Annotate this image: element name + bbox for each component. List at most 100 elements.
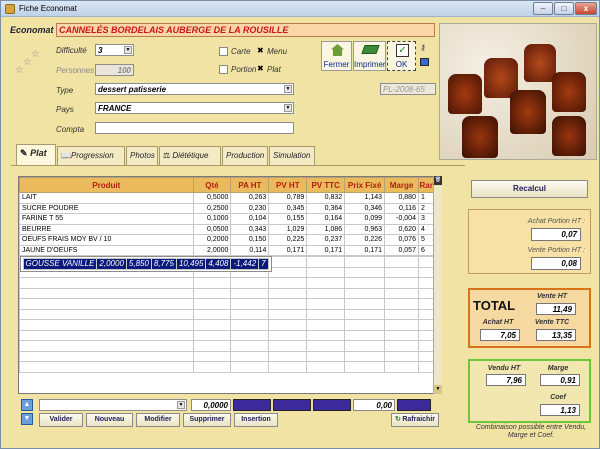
maximize-button[interactable]: □ [554,2,574,15]
column-header[interactable]: Marge [384,177,419,193]
close-button[interactable]: x [575,2,597,15]
nouveau-button[interactable]: Nouveau [86,413,133,427]
type-select[interactable]: dessert patisserie ▼ [95,83,294,95]
difficulte-select[interactable]: 3 ▼ [95,44,134,56]
table-cell: BEURRE [19,223,194,235]
column-header[interactable]: Produit [19,177,194,193]
portion-checkbox[interactable] [219,65,228,74]
table-row[interactable]: SUCRE POUDRE 0,2500 0,230 0,345 0,364 0,346 0,… [19,202,441,214]
table-cell: 10,495 [175,258,207,270]
table-row[interactable]: OEUFS FRAIS MOY BV / 10 0,2000 0,150 0,225 0… [19,234,441,246]
scrollbar-thumb[interactable] [434,186,442,384]
empty-cell [268,256,308,268]
book-icon: 📖 [61,151,71,160]
move-up-icon[interactable]: ▲ [21,399,33,411]
type-value: dessert patisserie [98,85,167,94]
marge-value[interactable]: 0,91 [540,374,580,386]
empty-row[interactable] [19,298,441,310]
modifier-button[interactable]: Modifier [136,413,180,427]
trash-icon[interactable]: 🗑 [434,176,442,185]
empty-cell [268,340,308,352]
table-cell: 0,230 [230,202,270,214]
table-cell: 0,620 [384,223,419,235]
column-header[interactable]: PV TTC [306,177,346,193]
carte-label: Carte [231,47,251,56]
column-header[interactable]: Qté [192,177,232,193]
rafraichir-button[interactable]: ↻ Rafraichir [391,413,439,427]
recalcul-button[interactable]: Recalcul [471,180,588,198]
fermer-button[interactable]: Fermer [321,41,352,71]
achat-portion-value: 0,07 [531,228,581,241]
column-header[interactable]: PA HT [230,177,270,193]
product-select[interactable]: ▼ [39,399,187,411]
tab-progression[interactable]: 📖Progression [57,146,125,165]
table-cell: 2,0000 [96,258,127,270]
empty-cell [192,287,232,299]
imprimer-button[interactable]: Imprimer [353,41,386,71]
column-header[interactable]: PV HT [268,177,308,193]
key-icon[interactable]: ⚷ [420,43,428,52]
ok-button[interactable]: ✓ OK [387,41,416,71]
pays-select[interactable]: FRANCE ▼ [95,102,294,114]
vendu-ht-value[interactable]: 7,96 [486,374,526,386]
empty-cell [268,308,308,320]
personnes-field[interactable]: 100 [95,64,134,76]
carte-checkbox[interactable] [219,47,228,56]
table-cell: 0,5000 [192,192,232,204]
portion-panel: Achat Portion HT : 0,07 Vente Portion HT… [468,209,591,274]
disk-icon[interactable] [420,58,429,66]
empty-row[interactable] [19,340,441,352]
empty-cell [306,329,346,341]
empty-row[interactable] [19,308,441,320]
empty-cell [344,329,386,341]
empty-cell [19,350,194,362]
table-cell: 1,143 [344,192,386,204]
product-name-field[interactable]: CANNELÉS BORDELAIS AUBERGE DE LA ROUSILL… [56,23,435,37]
achat-ht-label: Achat HT [482,319,514,326]
empty-cell [344,266,386,278]
table-cell: 0,364 [306,202,346,214]
table-row[interactable]: GOUSSE VANILLE 2,0000 5,850 8,775 10,495 4,40… [19,256,272,272]
table-row[interactable]: LAIT 0,5000 0,263 0,789 0,832 1,143 0,880 1 [19,192,441,204]
type-label: Type [56,86,74,95]
empty-cell [384,298,419,310]
vente-ht-label: Vente HT [536,293,568,300]
empty-row[interactable] [19,350,441,362]
table-row[interactable]: FARINE T 55 0,1000 0,104 0,155 0,164 0,099 -0,… [19,213,441,225]
compta-label: Compta [56,125,85,134]
table-scrollbar[interactable]: 🗑 ▼ [433,176,442,394]
coef-value[interactable]: 1,13 [540,404,580,416]
supprimer-button[interactable]: Supprimer [183,413,231,427]
empty-row[interactable] [19,329,441,341]
table-cell: SUCRE POUDRE [19,202,194,214]
column-header[interactable]: Prix Fixé [344,177,386,193]
tab-dietetique[interactable]: ⚖ Diététique [159,146,221,165]
empty-row[interactable] [19,319,441,331]
empty-row[interactable] [19,361,441,373]
insertion-button[interactable]: Insertion [234,413,278,427]
empty-cell [306,287,346,299]
table-cell: 0,116 [384,202,419,214]
compta-field[interactable] [95,122,294,134]
combo-panel: Vendu HT 7,96 Marge 0,91 Coef 1,13 [468,359,591,423]
empty-cell [192,350,232,362]
empty-cell [19,340,194,352]
empty-row[interactable] [19,277,441,289]
table-row[interactable]: BEURRE 0,0500 0,343 1,029 1,086 0,963 0,620 4 [19,223,441,235]
table-row[interactable]: JAUNE D'OEUFS 2,0000 0,114 0,171 0,171 0,171 0… [19,244,441,256]
tab-photos[interactable]: Photos [126,146,158,165]
tab-production-label: Production [226,151,265,160]
table-cell: 0,164 [306,213,346,225]
minimize-button[interactable]: – [533,2,553,15]
empty-cell [384,340,419,352]
chevron-down-icon: ▼ [124,46,132,54]
tab-production[interactable]: Production [222,146,268,165]
valider-button[interactable]: Valider [39,413,83,427]
empty-cell [268,298,308,310]
move-down-icon[interactable]: ▼ [21,413,33,425]
tab-simulation[interactable]: Simulation [269,146,315,165]
empty-row[interactable] [19,287,441,299]
scroll-down-icon[interactable]: ▼ [434,385,442,394]
tab-plat[interactable]: ✎ Plat [16,144,56,165]
reference-field[interactable]: PL-2008-65 [380,83,436,95]
